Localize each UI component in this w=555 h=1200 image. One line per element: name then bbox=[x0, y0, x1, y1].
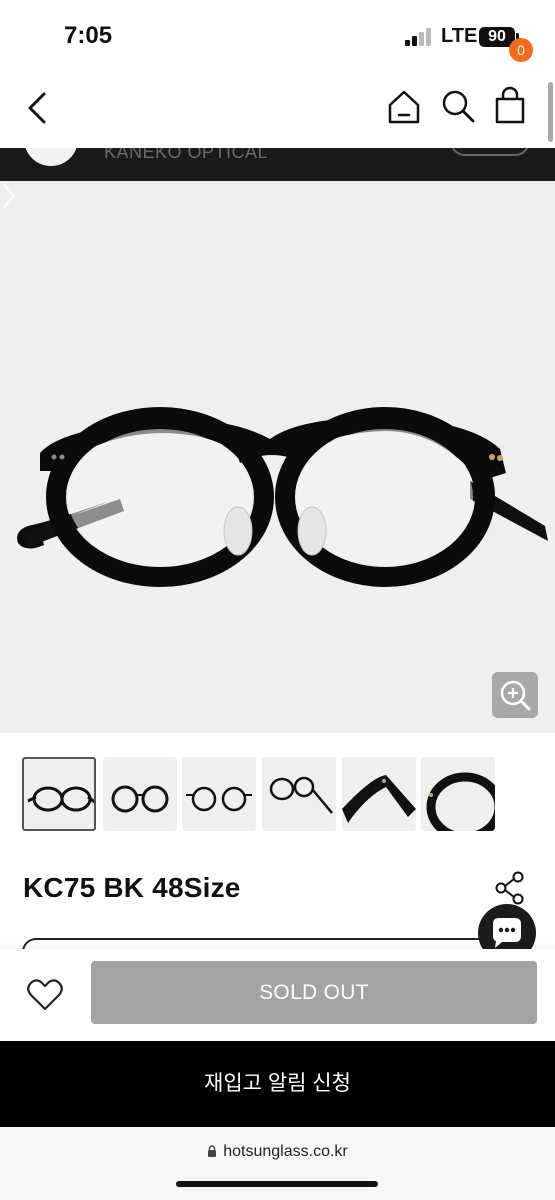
bag-icon[interactable] bbox=[492, 86, 528, 126]
share-icon[interactable] bbox=[494, 870, 526, 906]
home-icon[interactable] bbox=[386, 88, 422, 126]
thumbnail[interactable] bbox=[22, 757, 96, 831]
network-label: LTE bbox=[441, 25, 478, 47]
sold-out-button[interactable]: SOLD OUT bbox=[91, 961, 537, 1024]
home-indicator bbox=[176, 1181, 378, 1187]
page: 7:05 LTE 90 0 KANEKO OPTICAL KC75 BK 48S… bbox=[0, 0, 555, 1200]
zoom-icon bbox=[500, 680, 531, 711]
signal-icon bbox=[405, 28, 435, 46]
brand-logo[interactable] bbox=[24, 148, 78, 166]
lock-icon bbox=[208, 1145, 217, 1157]
cart-count-badge: 0 bbox=[509, 38, 533, 62]
wishlist-heart-icon[interactable] bbox=[26, 977, 64, 1013]
action-bar: SOLD OUT bbox=[0, 949, 555, 1041]
zoom-button[interactable] bbox=[492, 672, 538, 718]
restock-alert-button[interactable]: 재입고 알림 신청 bbox=[0, 1041, 555, 1127]
scroll-indicator bbox=[548, 82, 553, 142]
product-title: KC75 BK 48Size bbox=[23, 872, 241, 903]
brand-bar[interactable]: KANEKO OPTICAL bbox=[0, 148, 555, 181]
thumbnail[interactable] bbox=[103, 757, 177, 831]
app-header bbox=[0, 72, 555, 148]
thumbnail[interactable] bbox=[262, 757, 336, 831]
status-time: 7:05 bbox=[64, 22, 113, 49]
brand-follow-button[interactable] bbox=[450, 148, 530, 156]
thumbnail[interactable] bbox=[421, 757, 495, 831]
url-text: hotsunglass.co.kr bbox=[223, 1143, 348, 1160]
search-icon[interactable] bbox=[440, 88, 476, 126]
next-image-icon[interactable] bbox=[0, 181, 18, 211]
thumbnail[interactable] bbox=[182, 757, 256, 831]
thumbnail[interactable] bbox=[342, 757, 416, 831]
brand-name[interactable]: KANEKO OPTICAL bbox=[104, 148, 268, 163]
browser-url-bar[interactable]: hotsunglass.co.kr bbox=[0, 1127, 555, 1200]
product-image[interactable] bbox=[0, 181, 555, 733]
back-icon[interactable] bbox=[22, 88, 54, 128]
thumbnail-strip bbox=[22, 757, 502, 833]
status-bar: 7:05 LTE 90 bbox=[0, 0, 555, 72]
glasses-image bbox=[17, 407, 548, 587]
